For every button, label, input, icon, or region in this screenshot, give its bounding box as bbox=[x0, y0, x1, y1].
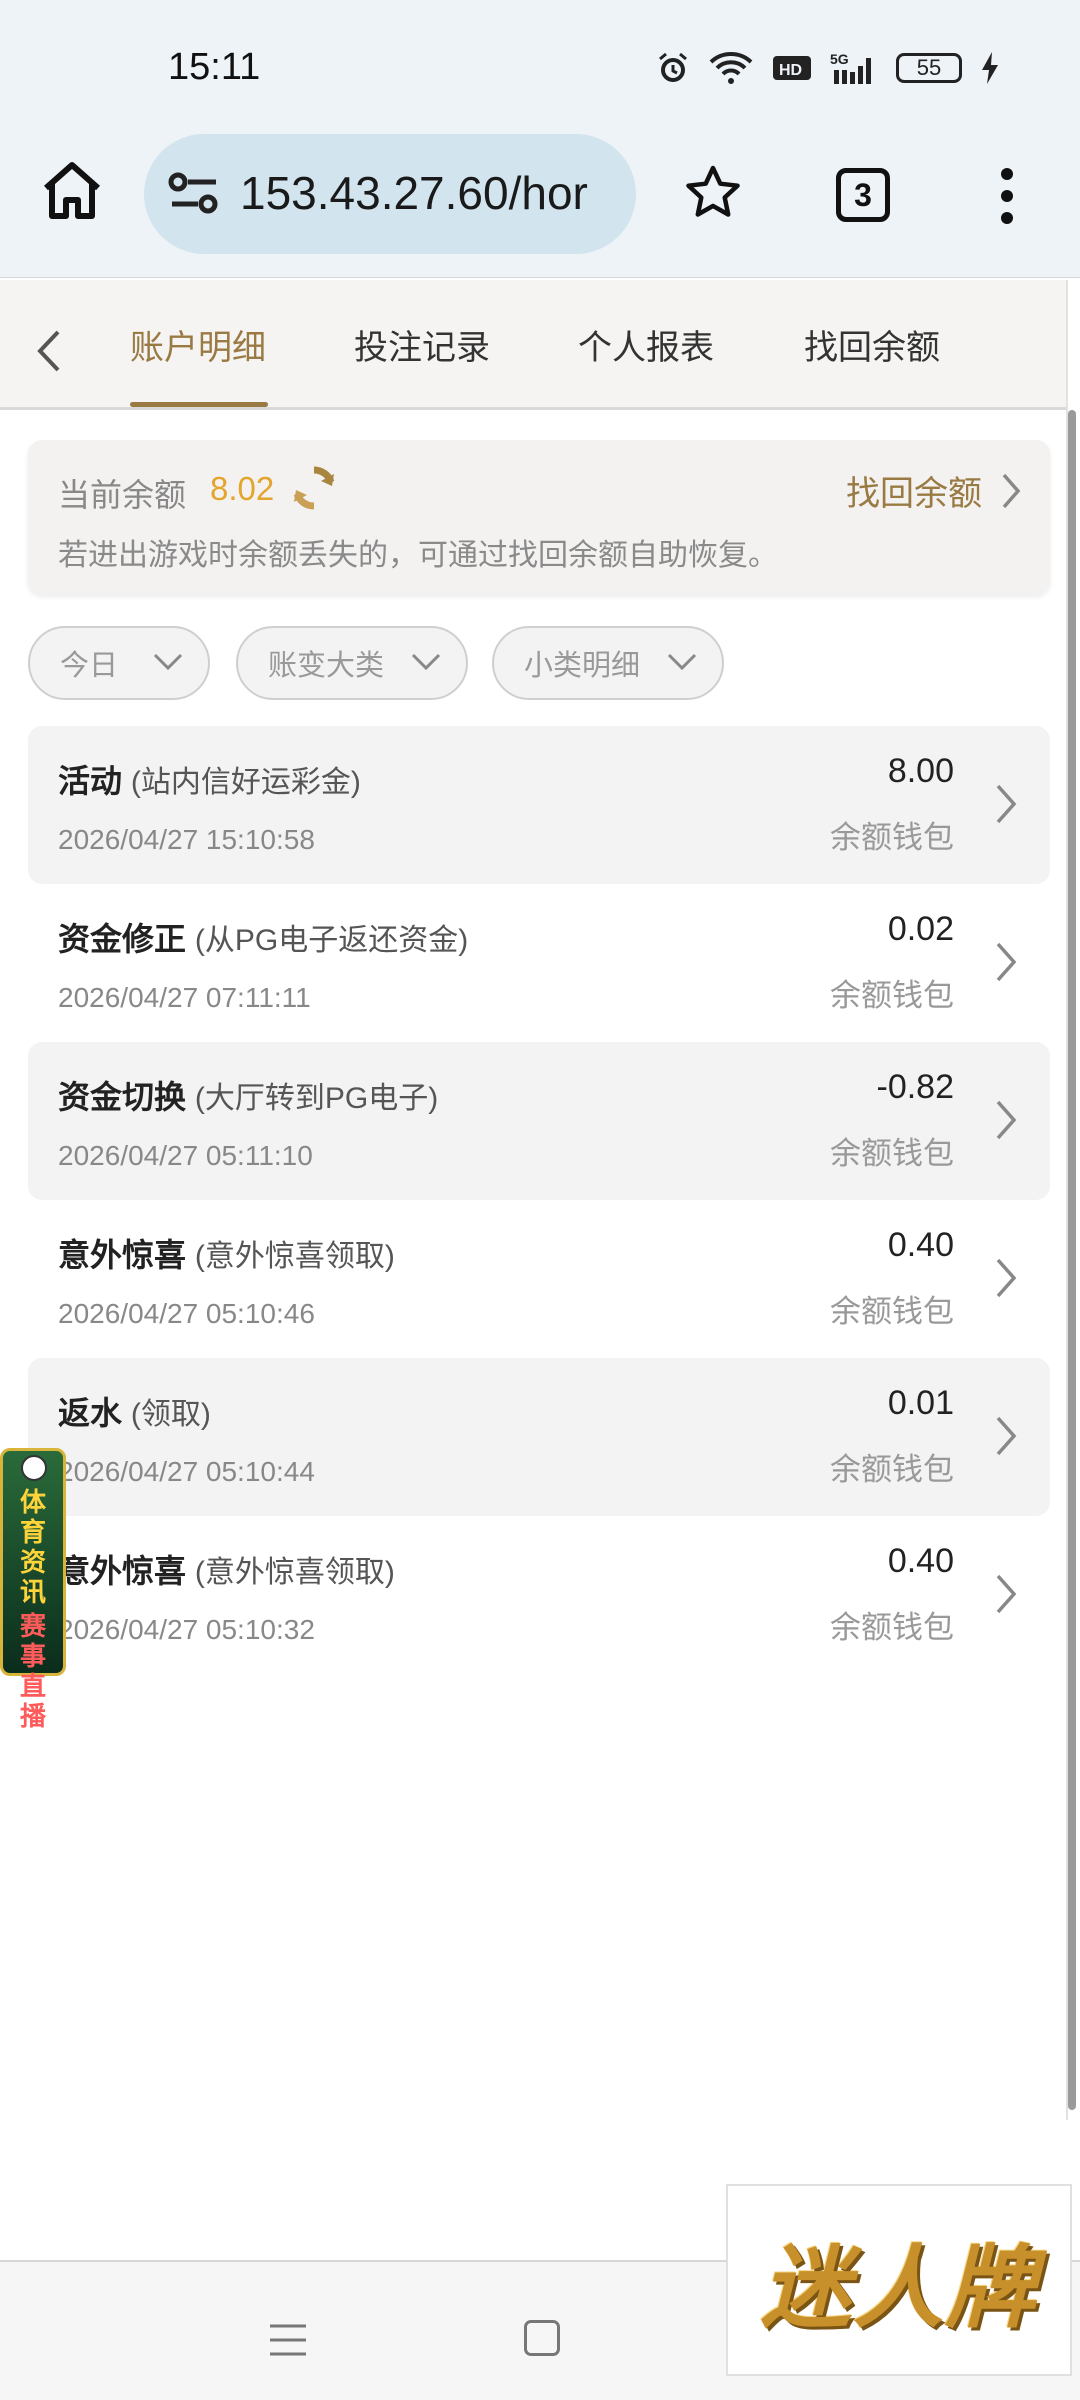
hd-icon: HD bbox=[773, 56, 811, 80]
alarm-icon bbox=[659, 52, 687, 82]
recover-balance-link[interactable]: 找回余额 bbox=[846, 466, 1022, 515]
chevron-down-icon bbox=[411, 653, 441, 671]
filter-category-dropdown[interactable]: 账变大类 bbox=[236, 626, 468, 700]
transaction-time: 2026/04/27 15:10:58 bbox=[58, 824, 315, 855]
transaction-detail: (站内信好运彩金) bbox=[130, 766, 361, 799]
transaction-amount: 0.40 bbox=[887, 1226, 954, 1264]
chevron-down-icon bbox=[667, 653, 697, 671]
home-button-icon[interactable] bbox=[40, 160, 104, 220]
transaction-type: 资金切换 bbox=[58, 1079, 187, 1115]
chevron-right-icon bbox=[996, 1100, 1017, 1140]
transaction-wallet: 余额钱包 bbox=[830, 820, 954, 855]
filter-category-label: 账变大类 bbox=[268, 650, 385, 682]
charging-icon bbox=[982, 52, 998, 84]
floating-sports-ad[interactable]: 体育资讯 赛事直播 bbox=[0, 1448, 66, 1731]
transaction-wallet: 余额钱包 bbox=[830, 1610, 954, 1645]
transaction-amount: 8.00 bbox=[887, 752, 954, 790]
transaction-detail: (从PG电子返还资金) bbox=[194, 924, 469, 957]
tab-recover-balance[interactable]: 找回余额 bbox=[804, 320, 940, 369]
filter-subcategory-dropdown[interactable]: 小类明细 bbox=[492, 626, 724, 700]
transaction-wallet: 余额钱包 bbox=[830, 1294, 954, 1329]
transaction-list: 活动 (站内信好运彩金) 2026/04/27 15:10:58 8.00 余额… bbox=[28, 726, 1050, 1674]
recover-balance-label[interactable]: 找回余额 bbox=[846, 466, 982, 515]
transaction-detail: (意外惊喜领取) bbox=[194, 1556, 395, 1589]
soccer-ball-icon bbox=[21, 1455, 47, 1481]
transaction-type: 资金修正 bbox=[58, 921, 187, 957]
transaction-row[interactable]: 活动 (站内信好运彩金) 2026/04/27 15:10:58 8.00 余额… bbox=[28, 726, 1050, 884]
chevron-right-icon bbox=[996, 1258, 1017, 1298]
chevron-right-icon bbox=[996, 1574, 1017, 1614]
balance-note: 若进出游戏时余额丢失的，可通过找回余额自助恢复。 bbox=[58, 539, 778, 572]
active-tab-indicator bbox=[130, 402, 268, 407]
brand-logo: 迷人牌 bbox=[761, 2235, 1037, 2341]
bookmark-star-icon[interactable] bbox=[684, 164, 742, 220]
more-menu-icon[interactable] bbox=[990, 166, 1024, 226]
transaction-wallet: 余额钱包 bbox=[830, 1136, 954, 1171]
scrollbar-thumb[interactable] bbox=[1068, 410, 1076, 2110]
transaction-detail: (领取) bbox=[130, 1398, 211, 1431]
tab-account-details[interactable]: 账户明细 bbox=[130, 320, 266, 369]
url-text[interactable]: 153.43.27.60/hor bbox=[240, 166, 588, 220]
tab-personal-report[interactable]: 个人报表 bbox=[578, 320, 714, 369]
svg-text:5G: 5G bbox=[830, 51, 849, 67]
browser-chrome: 15:11 HD 5G 55 153.43.27.60/hor 3 bbox=[0, 0, 1080, 278]
transaction-row[interactable]: 意外惊喜 (意外惊喜领取) 2026/04/27 05:10:32 0.40 余… bbox=[28, 1516, 1050, 1674]
transaction-row[interactable]: 资金切换 (大厅转到PG电子) 2026/04/27 05:11:10 -0.8… bbox=[28, 1042, 1050, 1200]
balance-label: 当前余额 bbox=[58, 477, 187, 513]
transaction-wallet: 余额钱包 bbox=[830, 978, 954, 1013]
5g-signal-icon: 5G bbox=[830, 51, 871, 84]
tab-bet-records[interactable]: 投注记录 bbox=[354, 320, 490, 369]
status-icons: HD 5G 55 bbox=[656, 46, 1000, 90]
recent-apps-icon[interactable] bbox=[268, 2322, 308, 2358]
filter-date-dropdown[interactable]: 今日 bbox=[28, 626, 210, 700]
transaction-time: 2026/04/27 05:10:44 bbox=[58, 1456, 315, 1487]
chevron-right-icon bbox=[996, 942, 1017, 982]
transaction-type: 意外惊喜 bbox=[58, 1553, 187, 1589]
transaction-time: 2026/04/27 05:11:10 bbox=[58, 1140, 313, 1171]
transaction-amount: 0.01 bbox=[887, 1384, 954, 1422]
ad-line-sports-news: 体育资讯 bbox=[19, 1487, 46, 1607]
site-settings-icon[interactable] bbox=[168, 170, 220, 218]
chevron-right-icon bbox=[996, 784, 1017, 824]
address-bar[interactable]: 153.43.27.60/hor bbox=[144, 134, 636, 254]
ad-line-live: 赛事直播 bbox=[19, 1611, 46, 1731]
transaction-wallet: 余额钱包 bbox=[830, 1452, 954, 1487]
transaction-amount: -0.82 bbox=[876, 1068, 955, 1106]
transaction-detail: (意外惊喜领取) bbox=[194, 1240, 395, 1273]
transaction-time: 2026/04/27 07:11:11 bbox=[58, 982, 311, 1013]
transaction-amount: 0.02 bbox=[887, 910, 954, 948]
svg-text:HD: HD bbox=[779, 62, 802, 79]
page-tab-bar: 账户明细 投注记录 个人报表 找回余额 bbox=[0, 280, 1066, 410]
back-arrow-icon[interactable] bbox=[30, 320, 66, 382]
battery-icon: 55 bbox=[896, 53, 962, 83]
transaction-time: 2026/04/27 05:10:46 bbox=[58, 1298, 315, 1329]
transaction-type: 意外惊喜 bbox=[58, 1237, 187, 1273]
chevron-right-icon bbox=[996, 1416, 1017, 1456]
chevron-down-icon bbox=[153, 653, 183, 671]
balance-card: 当前余额 8.02 找回余额 若进出游戏时余额丢失的，可通过找回余额自助恢复。 bbox=[28, 440, 1050, 594]
transaction-time: 2026/04/27 05:10:32 bbox=[58, 1614, 315, 1645]
brand-logo-box[interactable]: 迷人牌 bbox=[726, 2184, 1072, 2376]
refresh-icon[interactable] bbox=[290, 464, 338, 512]
wifi-icon bbox=[709, 52, 753, 84]
transaction-type: 返水 bbox=[58, 1395, 123, 1431]
transaction-detail: (大厅转到PG电子) bbox=[194, 1082, 439, 1115]
filter-subcategory-label: 小类明细 bbox=[524, 650, 641, 682]
filter-date-label: 今日 bbox=[60, 650, 119, 682]
transaction-type: 活动 bbox=[58, 763, 123, 799]
transaction-amount: 0.40 bbox=[887, 1542, 954, 1580]
tab-switcher-button[interactable]: 3 bbox=[836, 168, 890, 222]
status-time: 15:11 bbox=[168, 46, 261, 88]
nav-home-button[interactable] bbox=[524, 2320, 560, 2356]
chevron-right-icon bbox=[1002, 473, 1021, 508]
balance-value: 8.02 bbox=[210, 470, 275, 507]
transaction-row[interactable]: 资金修正 (从PG电子返还资金) 2026/04/27 07:11:11 0.0… bbox=[28, 884, 1050, 1042]
transaction-row[interactable]: 意外惊喜 (意外惊喜领取) 2026/04/27 05:10:46 0.40 余… bbox=[28, 1200, 1050, 1358]
transaction-row[interactable]: 返水 (领取) 2026/04/27 05:10:44 0.01 余额钱包 bbox=[28, 1358, 1050, 1516]
